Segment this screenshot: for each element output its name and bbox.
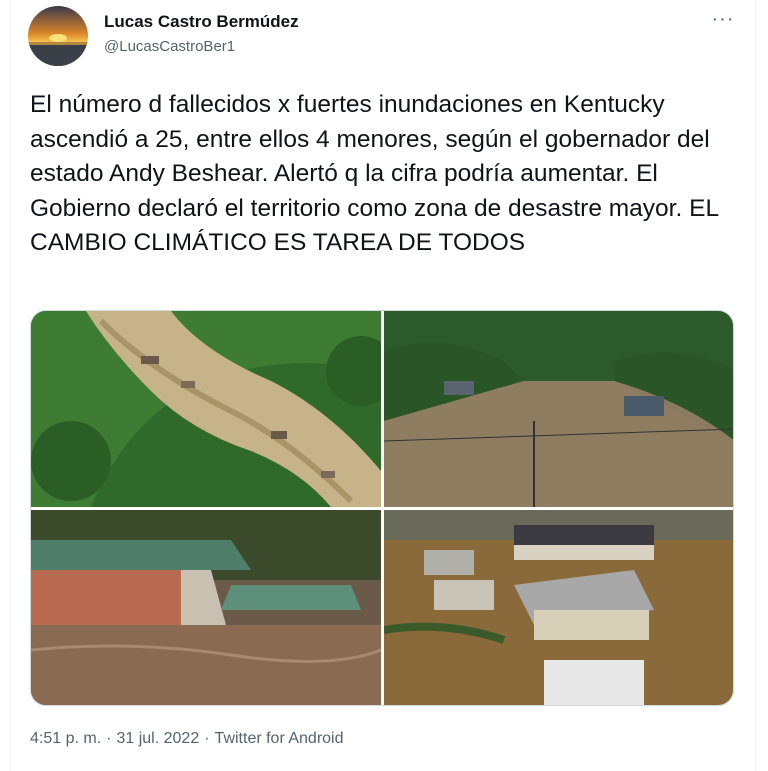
flooded-valley-aerial-photo[interactable] bbox=[31, 311, 381, 507]
avatar[interactable] bbox=[28, 6, 88, 66]
author-handle[interactable]: @LucasCastroBer1 bbox=[104, 38, 235, 55]
tweet-date[interactable]: 31 jul. 2022 bbox=[116, 730, 199, 748]
separator: · bbox=[106, 730, 112, 747]
tweet-text: El número d fallecidos x fuertes inundac… bbox=[30, 91, 725, 256]
tweet-time[interactable]: 4:51 p. m. bbox=[30, 730, 101, 748]
tweet-source[interactable]: Twitter for Android bbox=[215, 730, 344, 748]
flooded-town-aerial-photo[interactable] bbox=[384, 311, 733, 507]
flooded-houses-aerial-photo[interactable] bbox=[384, 510, 733, 705]
sunset-avatar-icon bbox=[28, 6, 88, 66]
media-grid bbox=[30, 310, 734, 706]
separator: · bbox=[204, 730, 210, 747]
tweet-metadata: 4:51 p. m. · 31 jul. 2022 · Twitter for Andr… bbox=[30, 730, 344, 748]
more-options-icon[interactable]: ··· bbox=[707, 9, 739, 36]
author-display-name[interactable]: Lucas Castro Bermúdez bbox=[104, 12, 299, 32]
submerged-rooftops-photo[interactable] bbox=[31, 510, 381, 705]
